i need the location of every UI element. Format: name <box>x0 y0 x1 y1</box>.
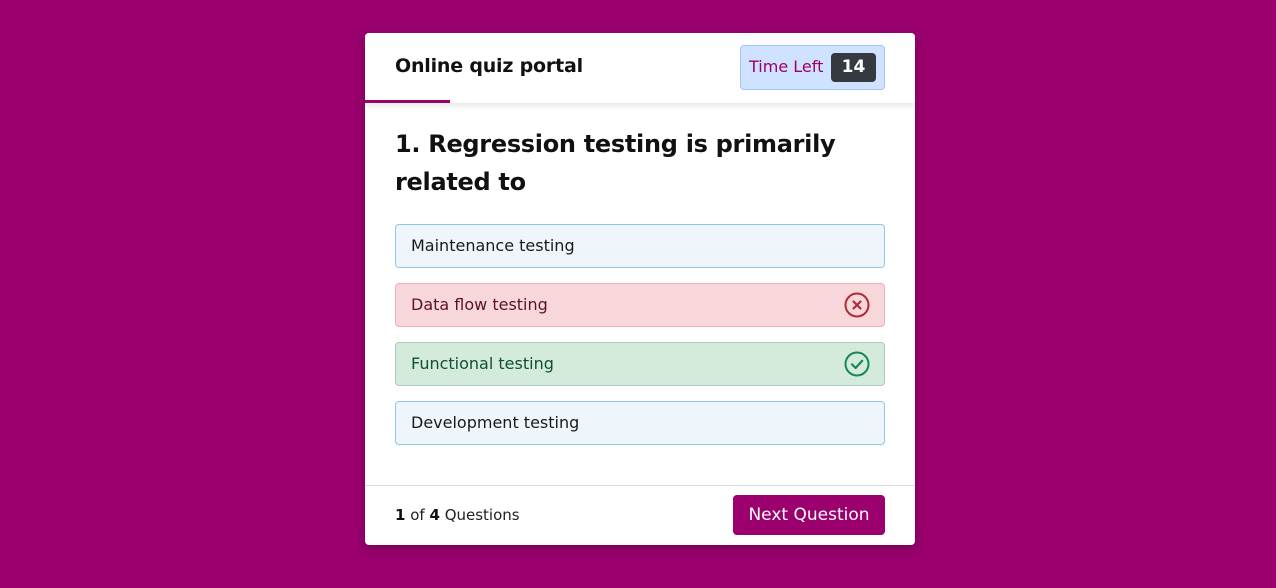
progress-indicator <box>365 100 450 103</box>
timer-value: 14 <box>831 53 876 82</box>
counter-questions-text: Questions <box>444 506 520 524</box>
timer-label: Time Left <box>749 57 824 76</box>
counter-of-text: of <box>410 506 425 524</box>
question-counter: 1 of 4 Questions <box>395 506 520 524</box>
quiz-card: Online quiz portal Time Left 14 1. Regre… <box>365 33 915 545</box>
next-question-button[interactable]: Next Question <box>733 495 885 535</box>
option-label: Functional testing <box>411 354 554 373</box>
option-label: Maintenance testing <box>411 236 575 255</box>
x-circle-icon <box>844 292 870 318</box>
timer-box: Time Left 14 <box>740 45 885 90</box>
option-data-flow-testing[interactable]: Data flow testing <box>395 283 885 327</box>
option-functional-testing[interactable]: Functional testing <box>395 342 885 386</box>
total-questions-number: 4 <box>429 506 440 524</box>
option-label: Development testing <box>411 413 580 432</box>
option-development-testing[interactable]: Development testing <box>395 401 885 445</box>
card-header: Online quiz portal Time Left 14 <box>365 33 915 103</box>
check-circle-icon <box>844 351 870 377</box>
option-label: Data flow testing <box>411 295 548 314</box>
question-title: 1. Regression testing is primarily relat… <box>395 130 836 196</box>
current-question-number: 1 <box>395 506 406 524</box>
card-footer: 1 of 4 Questions Next Question <box>365 485 915 545</box>
option-maintenance-testing[interactable]: Maintenance testing <box>395 224 885 268</box>
portal-title: Online quiz portal <box>395 55 583 77</box>
